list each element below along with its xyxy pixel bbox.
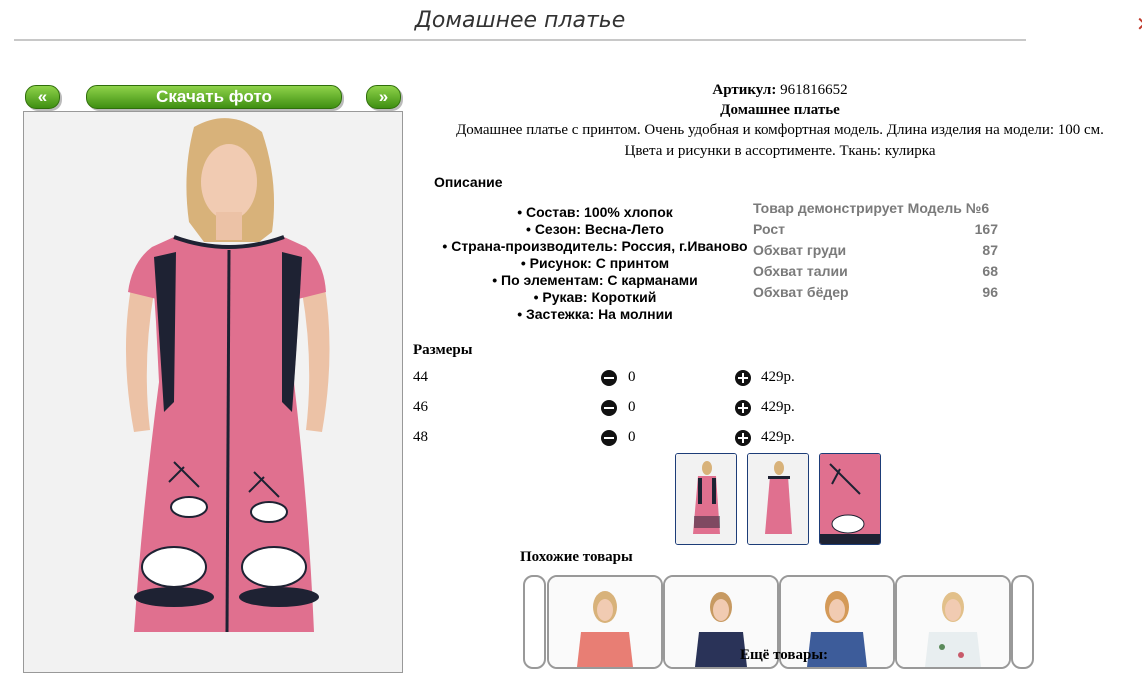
param-value: 167 <box>974 221 998 237</box>
article-label: Артикул: <box>712 82 777 98</box>
similar-products-title: Похожие товары <box>520 549 633 565</box>
price-value: 429р. <box>761 399 795 415</box>
page-title: Домашнее платье <box>414 8 626 33</box>
download-photo-button[interactable]: Скачать фото <box>86 85 342 109</box>
description-title: Описание <box>434 174 503 190</box>
product-description-line1: Домашнее платье с принтом. Очень удобная… <box>456 122 1104 138</box>
close-icon[interactable]: ✕ <box>1136 12 1142 36</box>
photo-thumbnail[interactable] <box>819 453 881 545</box>
param-label: Обхват бёдер <box>753 284 849 300</box>
quantity-value: 0 <box>628 429 636 445</box>
carousel-next[interactable] <box>1011 575 1034 669</box>
next-photo-button[interactable]: » <box>366 85 401 109</box>
photo-thumbnail[interactable] <box>675 453 737 545</box>
param-value: 96 <box>982 284 998 300</box>
param-value: 87 <box>982 242 998 258</box>
main-product-photo[interactable] <box>23 111 403 673</box>
article-line: Артикул: 961816652 <box>430 82 1130 99</box>
feature-item: • Застежка: На молнии <box>517 306 673 322</box>
size-row: 46 0 429р. <box>413 399 813 419</box>
param-label: Обхват талии <box>753 263 848 279</box>
feature-item: • Страна-производитель: Россия, г.Иванов… <box>442 238 748 254</box>
feature-item: • Рукав: Короткий <box>533 289 657 305</box>
plus-icon[interactable] <box>735 400 751 416</box>
article-value: 961816652 <box>780 82 848 98</box>
quantity-value: 0 <box>628 399 636 415</box>
similar-product-image <box>897 577 1009 667</box>
carousel-prev[interactable] <box>523 575 546 669</box>
param-row: Обхват талии 68 <box>753 261 998 282</box>
product-description-line2: Цвета и рисунки в ассортименте. Ткань: к… <box>624 143 936 159</box>
features-list: • Состав: 100% хлопок • Сезон: Весна-Лет… <box>430 204 760 323</box>
price-value: 429р. <box>761 429 795 445</box>
model-params: Товар демонстрирует Модель №6 Рост 167 Об… <box>753 198 998 303</box>
thumbnail-image <box>676 454 736 544</box>
similar-product-card[interactable] <box>547 575 663 669</box>
product-name: Домашнее платье <box>720 102 840 118</box>
sizes-title: Размеры <box>413 342 473 358</box>
param-value: 68 <box>982 263 998 279</box>
prev-photo-button[interactable]: « <box>25 85 60 109</box>
similar-product-card[interactable] <box>895 575 1011 669</box>
model-params-title: Товар демонстрирует Модель №6 <box>753 198 998 219</box>
quantity-value: 0 <box>628 369 636 385</box>
param-row: Рост 167 <box>753 219 998 240</box>
param-label: Обхват груди <box>753 242 847 258</box>
size-value: 46 <box>413 399 428 415</box>
similar-product-image <box>549 577 661 667</box>
param-row: Обхват бёдер 96 <box>753 282 998 303</box>
thumbnail-image <box>820 454 880 544</box>
size-value: 48 <box>413 429 428 445</box>
feature-item: • Сезон: Весна-Лето <box>526 221 664 237</box>
title-divider <box>14 39 1026 41</box>
photo-thumbnail[interactable] <box>747 453 809 545</box>
feature-item: • Состав: 100% хлопок <box>517 204 673 220</box>
minus-icon[interactable] <box>601 430 617 446</box>
minus-icon[interactable] <box>601 400 617 416</box>
param-label: Рост <box>753 221 785 237</box>
model-params-title-text: Товар демонстрирует Модель №6 <box>753 200 990 216</box>
more-products-title: Ещё товары: <box>740 647 829 663</box>
param-row: Обхват груди 87 <box>753 240 998 261</box>
thumbnail-image <box>748 454 808 544</box>
size-value: 44 <box>413 369 428 385</box>
dress-model-image <box>24 112 402 672</box>
feature-item: • По элементам: С карманами <box>492 272 698 288</box>
size-row: 48 0 429р. <box>413 429 813 449</box>
price-value: 429р. <box>761 369 795 385</box>
feature-item: • Рисунок: С принтом <box>520 255 670 271</box>
plus-icon[interactable] <box>735 430 751 446</box>
minus-icon[interactable] <box>601 370 617 386</box>
size-row: 44 0 429р. <box>413 369 813 389</box>
plus-icon[interactable] <box>735 370 751 386</box>
